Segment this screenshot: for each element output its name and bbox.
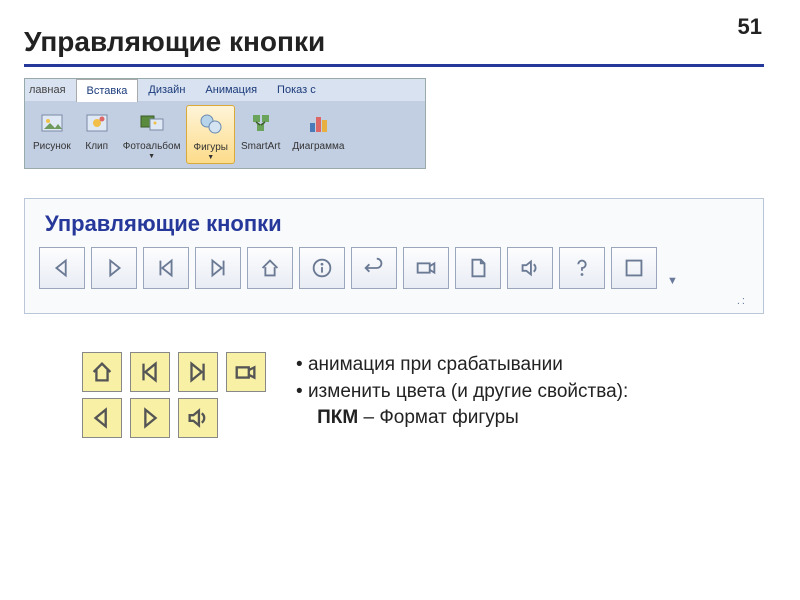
- sample-movie-button[interactable]: [226, 352, 266, 392]
- action-buttons-row: ▼: [35, 247, 753, 295]
- ribbon-tabs: лавная Вставка Дизайн Анимация Показ с: [25, 79, 425, 101]
- dropdown-icon: ▼: [148, 153, 155, 160]
- clip-icon: [83, 109, 111, 137]
- smartart-icon: [247, 109, 275, 137]
- sample-home-button[interactable]: [82, 352, 122, 392]
- sample-first-button[interactable]: [130, 352, 170, 392]
- ribbon-label: Диаграмма: [292, 141, 344, 152]
- ribbon-smartart-button[interactable]: SmartArt: [235, 105, 286, 164]
- sample-sound-button[interactable]: [178, 398, 218, 438]
- ribbon-clip-button[interactable]: Клип: [77, 105, 117, 164]
- action-info-button[interactable]: [299, 247, 345, 289]
- action-first-button[interactable]: [143, 247, 189, 289]
- action-movie-button[interactable]: [403, 247, 449, 289]
- action-forward-button[interactable]: [91, 247, 137, 289]
- tab-design[interactable]: Дизайн: [138, 79, 195, 101]
- picture-icon: [38, 109, 66, 137]
- action-document-button[interactable]: [455, 247, 501, 289]
- ribbon-shapes-button[interactable]: Фигуры▼: [186, 105, 234, 164]
- dropdown-icon: ▼: [207, 154, 214, 161]
- action-home-button[interactable]: [247, 247, 293, 289]
- ribbon-label: Рисунок: [33, 141, 71, 152]
- page-number: 51: [738, 14, 762, 40]
- album-icon: [138, 109, 166, 137]
- ribbon-chart-button[interactable]: Диаграмма: [286, 105, 350, 164]
- ribbon-body: РисунокКлипФотоальбом▼Фигуры▼SmartArtДиа…: [25, 101, 425, 168]
- note-line-2: изменить цвета (и другие свойства):: [308, 381, 628, 402]
- sample-forward-button[interactable]: [130, 398, 170, 438]
- note-bold: ПКМ: [317, 407, 358, 428]
- notes: • анимация при срабатывании • изменить ц…: [296, 352, 628, 432]
- action-last-button[interactable]: [195, 247, 241, 289]
- panel-more-dropdown[interactable]: ▼: [667, 275, 681, 287]
- action-sound-button[interactable]: [507, 247, 553, 289]
- ribbon-album-button[interactable]: Фотоальбом▼: [117, 105, 187, 164]
- shapes-icon: [197, 110, 225, 138]
- ribbon-label: SmartArt: [241, 141, 280, 152]
- note-rest: – Формат фигуры: [358, 407, 519, 428]
- page-title: Управляющие кнопки: [24, 26, 325, 58]
- action-help-button[interactable]: [559, 247, 605, 289]
- note-line-1: анимация при срабатывании: [308, 354, 563, 375]
- ribbon-label: Фигуры: [193, 142, 227, 153]
- ribbon: лавная Вставка Дизайн Анимация Показ с Р…: [24, 78, 426, 169]
- ribbon-label: Фотоальбом: [123, 141, 181, 152]
- action-buttons-panel: Управляющие кнопки ▼ .:: [24, 198, 764, 314]
- action-back-button[interactable]: [39, 247, 85, 289]
- action-custom-button[interactable]: [611, 247, 657, 289]
- tab-home-clipped[interactable]: лавная: [25, 79, 76, 101]
- action-return-button[interactable]: [351, 247, 397, 289]
- ribbon-label: Клип: [85, 141, 108, 152]
- sample-back-button[interactable]: [82, 398, 122, 438]
- tab-animation[interactable]: Анимация: [195, 79, 267, 101]
- tab-slideshow[interactable]: Показ с: [267, 79, 326, 101]
- yellow-buttons-row-2: [82, 398, 218, 438]
- yellow-buttons-row-1: [82, 352, 266, 392]
- tab-insert[interactable]: Вставка: [76, 79, 139, 102]
- sample-last-button[interactable]: [178, 352, 218, 392]
- panel-title: Управляющие кнопки: [45, 211, 753, 237]
- panel-resize-grip[interactable]: .:: [35, 295, 753, 307]
- ribbon-picture-button[interactable]: Рисунок: [27, 105, 77, 164]
- title-rule: [24, 64, 764, 67]
- chart-icon: [304, 109, 332, 137]
